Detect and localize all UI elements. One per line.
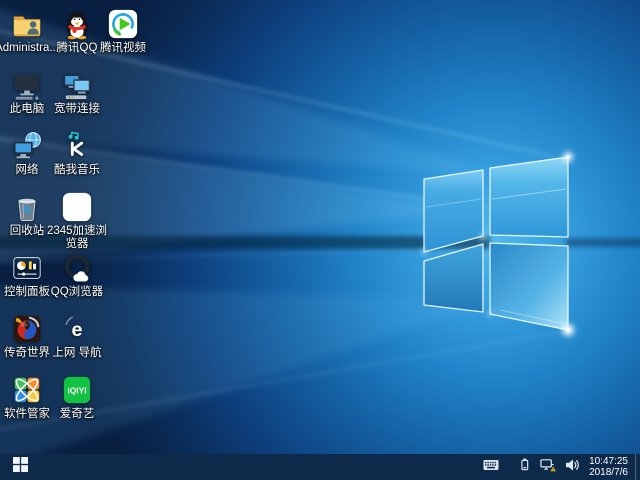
touch-keyboard-icon bbox=[483, 458, 499, 476]
icon-label: QQ浏览器 bbox=[51, 286, 103, 299]
desktop: e e iQIYI Administra...腾讯QQ腾讯视频此电脑宽带连接网络… bbox=[0, 0, 640, 480]
icon-label: 回收站 bbox=[10, 225, 45, 238]
usb-device-icon bbox=[518, 458, 531, 476]
recycle-bin-icon bbox=[11, 191, 43, 223]
volume-icon bbox=[565, 458, 580, 477]
broadband-icon bbox=[61, 69, 93, 101]
desktop-icon-kuwo-music[interactable]: 酷我音乐 bbox=[42, 130, 112, 177]
network-icon bbox=[11, 130, 43, 162]
kuwo-music-icon bbox=[61, 130, 93, 162]
icon-label: 上网 导航 bbox=[52, 347, 101, 360]
windows-logo-icon bbox=[13, 457, 28, 477]
iqiyi-icon: iQIYI bbox=[61, 374, 93, 406]
icon-label: 此电脑 bbox=[10, 103, 45, 116]
tray-volume-button[interactable] bbox=[560, 454, 584, 480]
qq-browser-icon bbox=[61, 252, 93, 284]
svg-text:iQIYI: iQIYI bbox=[67, 385, 86, 395]
desktop-icon-grid: Administra...腾讯QQ腾讯视频此电脑宽带连接网络酷我音乐回收站e23… bbox=[0, 0, 640, 454]
start-button[interactable] bbox=[0, 454, 40, 480]
tencent-video-icon bbox=[107, 8, 139, 40]
software-manager-icon bbox=[11, 374, 43, 406]
desktop-icon-qq-browser[interactable]: QQ浏览器 bbox=[42, 252, 112, 299]
tray-touch-keyboard-button[interactable] bbox=[479, 454, 503, 480]
svg-text:e: e bbox=[72, 319, 83, 341]
browser-2345-icon: e bbox=[61, 191, 93, 223]
show-desktop-button[interactable] bbox=[635, 454, 640, 480]
icon-label: 腾讯视频 bbox=[100, 42, 146, 55]
system-tray bbox=[479, 454, 584, 480]
user-folder-icon bbox=[11, 8, 43, 40]
desktop-icon-browser-2345[interactable]: e 2345加速浏览器 bbox=[42, 191, 112, 251]
web-nav-icon: e bbox=[61, 313, 93, 345]
tray-usb-device-button[interactable] bbox=[512, 454, 536, 480]
desktop-icon-tencent-video[interactable]: 腾讯视频 bbox=[88, 8, 158, 55]
desktop-icon-iqiyi[interactable]: iQIYI 爱奇艺 bbox=[42, 374, 112, 421]
svg-text:e: e bbox=[73, 200, 82, 217]
icon-label: 爱奇艺 bbox=[60, 408, 95, 421]
tray-network-warning-button[interactable] bbox=[536, 454, 560, 480]
clock-time: 10:47:25 bbox=[589, 456, 628, 468]
icon-label: 酷我音乐 bbox=[54, 164, 100, 177]
clock-date: 2018/7/6 bbox=[589, 467, 628, 479]
desktop-icon-broadband[interactable]: 宽带连接 bbox=[42, 69, 112, 116]
icon-label: 2345加速浏览器 bbox=[43, 225, 111, 251]
legend-world-icon bbox=[11, 313, 43, 345]
taskbar-clock[interactable]: 10:47:25 2018/7/6 bbox=[584, 454, 635, 480]
control-panel-icon bbox=[11, 252, 43, 284]
network-warning-icon bbox=[540, 458, 556, 477]
taskbar: 10:47:25 2018/7/6 bbox=[0, 454, 640, 480]
icon-label: 网络 bbox=[16, 164, 39, 177]
this-pc-icon bbox=[11, 69, 43, 101]
desktop-icon-web-nav[interactable]: e 上网 导航 bbox=[42, 313, 112, 360]
icon-label: 宽带连接 bbox=[54, 103, 100, 116]
